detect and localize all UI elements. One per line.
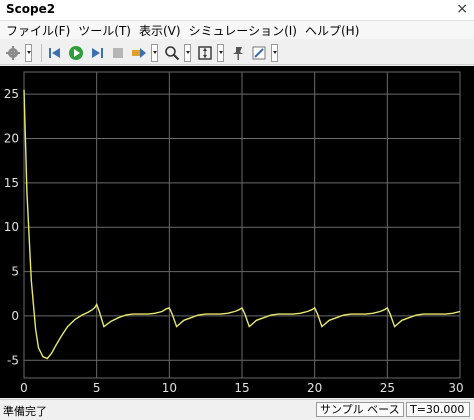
y-tick-label: 20	[4, 132, 19, 146]
zoom-icon[interactable]	[163, 44, 181, 62]
sample-mode-field: サンプル ベース	[316, 402, 404, 417]
x-tick-label: 30	[448, 381, 463, 395]
y-tick-label: 10	[4, 220, 19, 234]
y-tick-label: 0	[11, 309, 19, 323]
time-field: T=30.000	[406, 402, 470, 417]
highlight-dropdown[interactable]	[151, 43, 158, 62]
y-tick-label: 5	[11, 265, 19, 279]
edit-icon[interactable]	[250, 44, 268, 62]
toolbar	[0, 41, 474, 65]
zoom-dropdown[interactable]	[184, 43, 191, 62]
menu-bar: ファイル(F) ツール(T) 表示(V) シミュレーション(I) ヘルプ(H)	[0, 21, 474, 39]
autoscale-icon[interactable]	[196, 44, 214, 62]
scope-plot[interactable]: 0 5 10 15 20 25 30-50510152025	[0, 66, 474, 398]
y-tick-label: 15	[4, 176, 19, 190]
scope-display[interactable]: 0 5 10 15 20 25 30 -5 0 5 10 15 20 25	[0, 66, 474, 398]
menu-tools[interactable]: ツール(T)	[78, 22, 131, 39]
step-forward-icon[interactable]	[88, 44, 106, 62]
autoscale-dropdown[interactable]	[217, 43, 224, 62]
highlight-icon[interactable]	[130, 44, 148, 62]
pin-icon[interactable]	[229, 44, 247, 62]
status-text: 準備完了	[3, 405, 47, 418]
menu-help[interactable]: ヘルプ(H)	[305, 22, 359, 39]
toolbar-separator	[41, 43, 42, 62]
x-tick-label: 15	[234, 381, 249, 395]
close-icon[interactable]: ×	[456, 1, 468, 17]
x-tick-label: 25	[380, 381, 395, 395]
x-tick-label: 0	[20, 381, 28, 395]
x-tick-label: 10	[162, 381, 177, 395]
gear-icon[interactable]	[4, 44, 22, 62]
status-bar: 準備完了 サンプル ベース T=30.000	[0, 399, 474, 420]
y-tick-label: -5	[7, 353, 19, 367]
title-bar: Scope2 ×	[0, 0, 474, 21]
run-icon[interactable]	[67, 44, 85, 62]
x-tick-label: 5	[93, 381, 101, 395]
y-tick-label: 25	[4, 87, 19, 101]
menu-simulation[interactable]: シミュレーション(I)	[189, 22, 297, 39]
window-title: Scope2	[6, 2, 56, 16]
menu-file[interactable]: ファイル(F)	[6, 22, 70, 39]
stop-icon[interactable]	[109, 44, 127, 62]
menu-view[interactable]: 表示(V)	[139, 22, 181, 39]
x-tick-label: 20	[307, 381, 322, 395]
edit-dropdown[interactable]	[271, 43, 278, 62]
step-back-icon[interactable]	[46, 44, 64, 62]
settings-dropdown[interactable]	[25, 43, 32, 62]
